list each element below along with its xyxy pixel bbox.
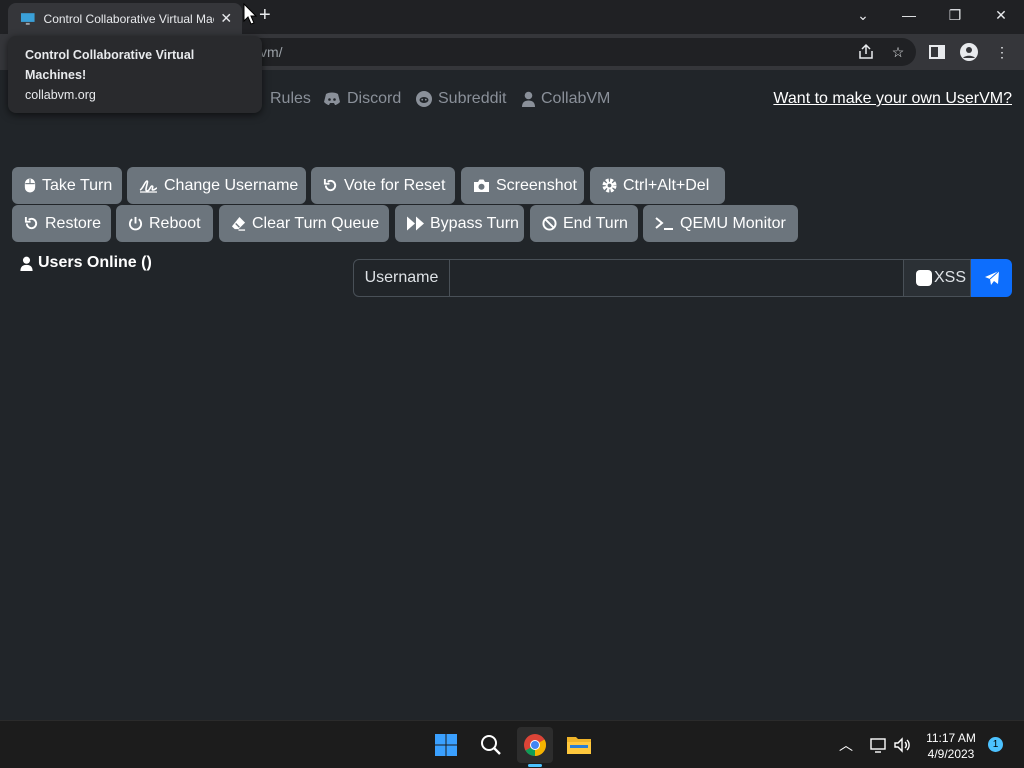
- xss-toggle[interactable]: XSS: [903, 259, 971, 297]
- network-icon[interactable]: [868, 735, 888, 755]
- username-label[interactable]: Username: [353, 259, 450, 297]
- screenshot-button[interactable]: Screenshot: [461, 167, 584, 204]
- change-username-label: Change Username: [164, 176, 299, 194]
- restore-window-icon[interactable]: ❐: [932, 0, 978, 30]
- vote-reset-label: Vote for Reset: [344, 176, 446, 194]
- reddit-icon: [416, 91, 432, 107]
- nav-subreddit[interactable]: Subreddit: [416, 90, 507, 108]
- notification-badge[interactable]: 1: [988, 737, 1003, 752]
- minimize-icon[interactable]: —: [886, 0, 932, 30]
- xss-label: XSS: [934, 269, 967, 286]
- change-username-button[interactable]: Change Username: [127, 167, 306, 204]
- clock-time: 11:17 AM: [926, 731, 976, 745]
- end-turn-label: End Turn: [563, 214, 628, 232]
- volume-icon[interactable]: [892, 735, 912, 755]
- browser-titlebar: Control Collaborative Virtual Machines! …: [0, 0, 1024, 34]
- reboot-label: Reboot: [149, 214, 201, 232]
- nav-discord[interactable]: Discord: [323, 90, 401, 108]
- mouse-cursor-icon: [243, 3, 257, 25]
- fast-forward-icon: [407, 216, 424, 231]
- bypass-turn-label: Bypass Turn: [430, 214, 519, 232]
- nav-rules-label: Rules: [270, 90, 311, 107]
- bypass-turn-button[interactable]: Bypass Turn: [395, 205, 524, 242]
- qemu-monitor-button[interactable]: QEMU Monitor: [643, 205, 798, 242]
- screenshot-label: Screenshot: [496, 176, 577, 194]
- users-online-label: Users Online (): [38, 254, 152, 271]
- discord-icon: [324, 92, 340, 105]
- share-icon[interactable]: [856, 42, 876, 62]
- system-clock[interactable]: 11:17 AM 4/9/2023: [918, 730, 984, 762]
- chrome-icon: [524, 734, 546, 756]
- restore-button[interactable]: Restore: [12, 205, 111, 242]
- power-icon: [128, 216, 143, 231]
- clear-turn-queue-label: Clear Turn Queue: [252, 214, 380, 232]
- take-turn-button[interactable]: Take Turn: [12, 167, 122, 204]
- windows-taskbar: ︿ 11:17 AM 4/9/2023 1: [0, 720, 1024, 768]
- undo-icon: [24, 216, 38, 230]
- ban-icon: [542, 216, 557, 231]
- address-url: vm/: [260, 44, 283, 60]
- clock-date: 4/9/2023: [927, 747, 975, 761]
- folder-icon: [567, 737, 591, 754]
- show-hidden-icons-chevron-icon[interactable]: ︿: [836, 735, 856, 755]
- reboot-button[interactable]: Reboot: [116, 205, 213, 242]
- eraser-icon: [231, 216, 246, 231]
- signature-icon: [139, 180, 158, 193]
- search-icon: [481, 735, 501, 755]
- nav-collabvm[interactable]: CollabVM: [522, 90, 610, 108]
- bookmark-star-icon[interactable]: ☆: [888, 42, 908, 62]
- end-turn-button[interactable]: End Turn: [530, 205, 638, 242]
- chat-input[interactable]: [449, 259, 904, 297]
- menu-kebab-icon[interactable]: ⋮: [992, 42, 1012, 62]
- address-bar[interactable]: vm/ ☆: [230, 38, 916, 66]
- tooltip-title: Control Collaborative Virtual Machines!: [25, 48, 195, 82]
- rotate-left-icon: [323, 178, 337, 192]
- monitor-favicon-icon: [20, 12, 35, 25]
- vote-reset-button[interactable]: Vote for Reset: [311, 167, 455, 204]
- qemu-monitor-label: QEMU Monitor: [680, 214, 786, 232]
- nav-discord-label: Discord: [347, 90, 402, 107]
- terminal-icon: [655, 217, 673, 230]
- paper-plane-icon: [984, 270, 999, 285]
- profile-icon[interactable]: [959, 42, 979, 62]
- tab-close-icon[interactable]: ✕: [218, 10, 234, 27]
- nav-subreddit-label: Subreddit: [438, 90, 507, 107]
- clear-turn-queue-button[interactable]: Clear Turn Queue: [219, 205, 389, 242]
- send-button[interactable]: [971, 259, 1012, 297]
- tooltip-url: collabvm.org: [25, 88, 96, 102]
- file-explorer-taskbar-app[interactable]: [561, 727, 597, 763]
- users-online-heading: Users Online (): [20, 254, 152, 272]
- ctrl-alt-del-button[interactable]: Ctrl+Alt+Del: [590, 167, 725, 204]
- chat-bar: Username XSS: [353, 259, 1012, 297]
- gear-icon: [602, 178, 617, 193]
- restore-label: Restore: [45, 214, 102, 232]
- chrome-taskbar-app[interactable]: [517, 727, 553, 767]
- active-app-indicator: [528, 764, 542, 767]
- ctrl-alt-del-label: Ctrl+Alt+Del: [623, 176, 710, 194]
- tab-title: Control Collaborative Virtual Machines!: [43, 11, 215, 26]
- start-button[interactable]: [428, 727, 464, 763]
- camera-icon: [474, 179, 489, 192]
- search-button[interactable]: [473, 727, 509, 763]
- take-turn-label: Take Turn: [42, 176, 113, 194]
- windows-logo-icon: [435, 734, 457, 756]
- close-window-icon[interactable]: ✕: [978, 0, 1024, 30]
- browser-tab[interactable]: Control Collaborative Virtual Machines! …: [8, 3, 242, 34]
- xss-checkbox[interactable]: [916, 270, 932, 286]
- nav-collabvm-label: CollabVM: [541, 90, 611, 107]
- tab-search-icon[interactable]: ⌄: [840, 0, 886, 30]
- user-icon: [20, 256, 33, 271]
- tab-hover-tooltip: Control Collaborative Virtual Machines! …: [8, 36, 262, 113]
- side-panel-icon[interactable]: [927, 42, 947, 62]
- nav-rules[interactable]: Rules: [258, 90, 311, 108]
- new-tab-icon[interactable]: +: [259, 4, 271, 27]
- user-icon: [522, 91, 535, 107]
- mouse-icon: [24, 178, 36, 193]
- own-uservm-link[interactable]: Want to make your own UserVM?: [773, 90, 1012, 108]
